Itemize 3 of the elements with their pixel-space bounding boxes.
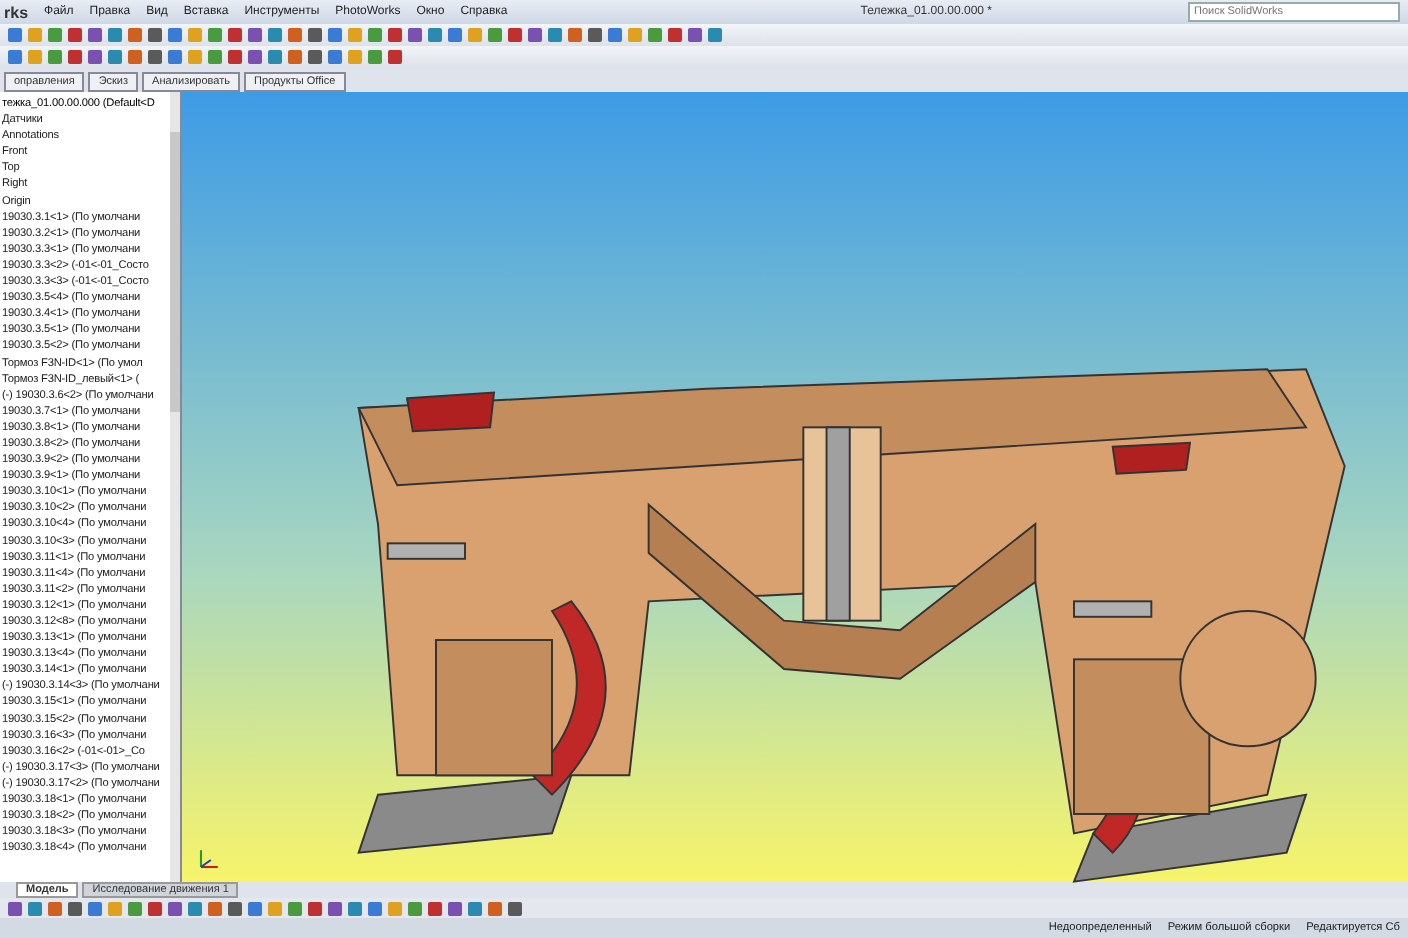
scrollbar[interactable] (170, 92, 180, 882)
app-title: rks (4, 3, 29, 21)
axis-triad-icon (194, 846, 222, 874)
